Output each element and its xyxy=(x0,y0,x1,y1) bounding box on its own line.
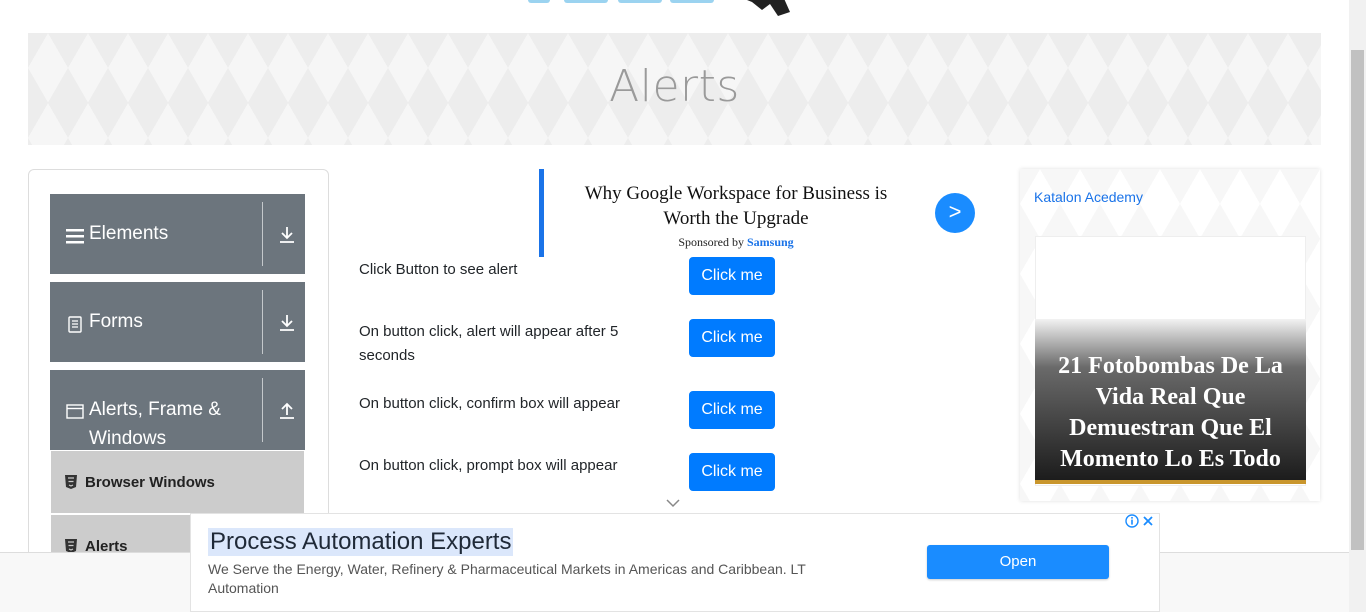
ad-go-button[interactable]: > xyxy=(935,193,975,233)
site-logo[interactable] xyxy=(520,0,850,26)
ad-accent-stripe xyxy=(539,169,544,257)
download-arrow-icon[interactable] xyxy=(277,225,297,245)
bottom-ad[interactable]: Process Automation Experts We Serve the … xyxy=(190,513,1160,612)
page-scrollbar[interactable] xyxy=(1349,0,1366,612)
bottom-ad-title[interactable]: Process Automation Experts xyxy=(208,528,514,556)
bottom-ad-description: We Serve the Energy, Water, Refinery & P… xyxy=(208,561,806,596)
logo-bar xyxy=(528,0,550,3)
html5-icon xyxy=(65,539,77,553)
ad-headline-line1: Why Google Workspace for Business is xyxy=(584,183,888,204)
divider xyxy=(262,378,263,442)
open-button[interactable]: Open xyxy=(927,545,1109,579)
ad-sponsor: Sponsored by Samsung xyxy=(561,235,911,250)
sidebar-group-label: Alerts, Frame & xyxy=(89,399,221,420)
sidebar-group-alerts-frame-windows[interactable]: Alerts, Frame & Windows xyxy=(50,370,305,450)
logo-bar xyxy=(670,0,714,3)
adchoices-icon[interactable] xyxy=(1125,514,1139,528)
hamburger-icon xyxy=(66,229,84,244)
scrollbar-thumb[interactable] xyxy=(1351,50,1364,550)
logo-bar xyxy=(618,0,662,3)
confirm-button[interactable]: Click me xyxy=(689,391,775,429)
timer-alert-row-label: On button click, alert will appear after… xyxy=(359,323,619,364)
upload-arrow-icon[interactable] xyxy=(277,401,297,421)
close-icon[interactable] xyxy=(1141,514,1155,528)
sidebar-group-forms[interactable]: Forms xyxy=(50,282,305,362)
ad-headline-line2: Worth the Upgrade xyxy=(663,208,809,229)
ad-sponsor-name[interactable]: Samsung xyxy=(747,235,794,249)
right-ad[interactable]: Katalon Acedemy 21 Fotobombas De La Vida… xyxy=(1020,169,1320,501)
sidebar-group-elements[interactable]: Elements xyxy=(50,194,305,274)
logo-bar xyxy=(564,0,608,3)
divider xyxy=(262,290,263,354)
prompt-row-label: On button click, prompt box will appear xyxy=(359,457,618,474)
window-icon xyxy=(66,404,84,419)
broken-image-alt[interactable]: Katalon Acedemy xyxy=(1034,189,1143,205)
download-arrow-icon[interactable] xyxy=(277,313,297,333)
sidebar-item-browser-windows[interactable]: Browser Windows xyxy=(51,451,304,513)
document-icon xyxy=(68,316,82,333)
sidebar-group-label: Forms xyxy=(89,311,143,332)
alert-button[interactable]: Click me xyxy=(689,257,775,295)
prompt-button[interactable]: Click me xyxy=(689,453,775,491)
chevron-down-icon[interactable] xyxy=(665,498,681,508)
sponsored-ad[interactable]: Why Google Workspace for Business is Wor… xyxy=(539,169,979,257)
sidebar-item-label: Browser Windows xyxy=(85,474,215,491)
page-viewport: Alerts Elements Forms Alerts, Frame & Wi… xyxy=(0,0,1366,612)
sidebar-group-label-line2: Windows xyxy=(89,428,167,449)
ad-sponsor-prefix: Sponsored by xyxy=(678,235,744,249)
page-title: Alerts xyxy=(609,61,740,112)
ad-headline[interactable]: Why Google Workspace for Business is Wor… xyxy=(561,181,911,231)
timer-alert-button[interactable]: Click me xyxy=(689,319,775,357)
ad-caption[interactable]: 21 Fotobombas De La Vida Real Que Demues… xyxy=(1035,351,1306,475)
divider xyxy=(262,202,263,266)
page-header-banner: Alerts xyxy=(28,33,1321,145)
sidebar-group-label: Elements xyxy=(89,223,169,244)
tools-logo-icon xyxy=(747,0,790,16)
confirm-row-label: On button click, confirm box will appear xyxy=(359,395,620,412)
html5-icon xyxy=(65,475,77,489)
alert-row-label: Click Button to see alert xyxy=(359,261,518,278)
